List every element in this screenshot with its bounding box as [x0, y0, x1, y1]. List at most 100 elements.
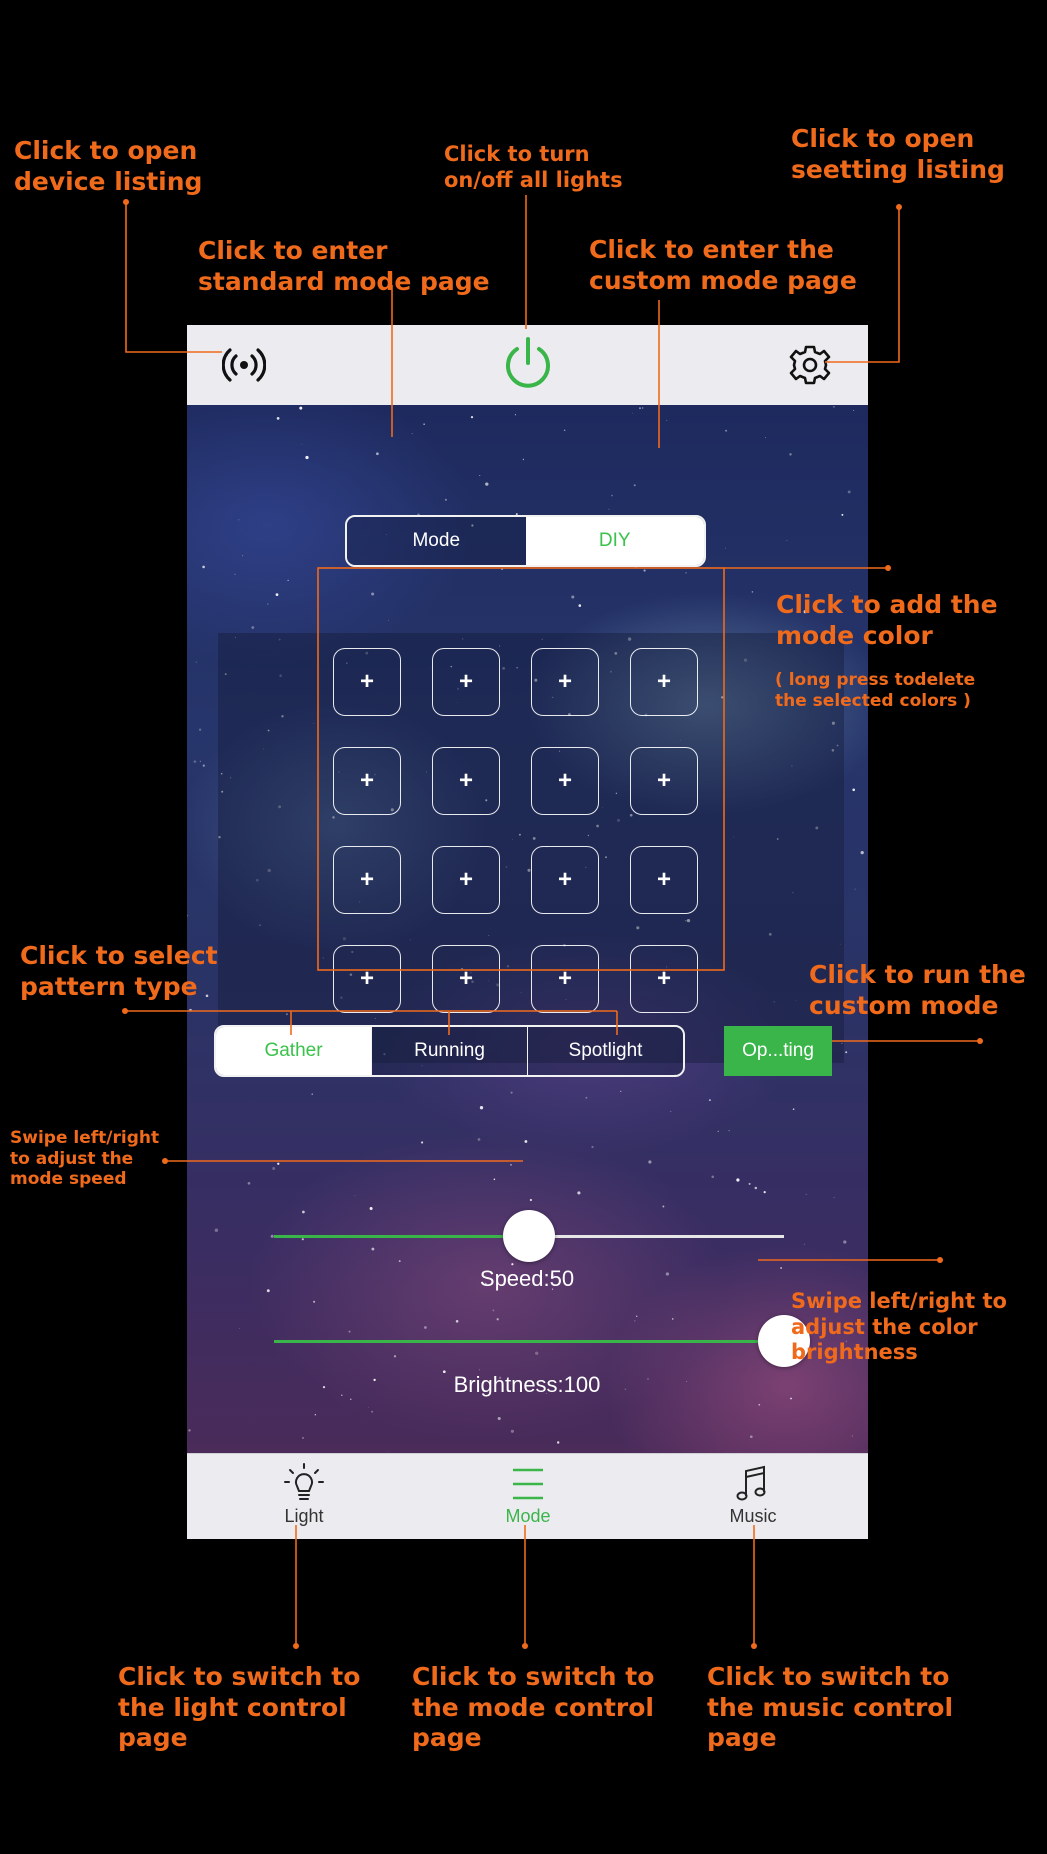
star: [514, 414, 516, 416]
star: [485, 482, 489, 486]
add-color-cell[interactable]: +: [630, 945, 698, 1013]
mode-diy-switch: Mode DIY: [345, 515, 706, 567]
star: [853, 409, 855, 411]
star: [611, 494, 613, 497]
star: [833, 406, 835, 408]
speed-track-fill: [274, 1235, 529, 1238]
star: [841, 513, 844, 516]
tab-gather[interactable]: Gather: [216, 1027, 371, 1075]
annotation-mode-page: Click to switch to the mode control page: [412, 1662, 655, 1752]
star: [670, 1110, 672, 1112]
star: [479, 1106, 484, 1110]
star: [557, 1441, 560, 1444]
star: [302, 1436, 304, 1439]
tab-spotlight[interactable]: Spotlight: [527, 1027, 683, 1075]
add-color-cell[interactable]: +: [333, 945, 401, 1013]
star: [585, 1096, 588, 1099]
star: [411, 433, 413, 435]
star: [510, 1164, 512, 1166]
star: [479, 474, 481, 476]
brightness-track-fill: [274, 1340, 784, 1343]
star: [522, 458, 525, 461]
add-color-cell[interactable]: +: [432, 648, 500, 716]
star: [387, 1451, 388, 1452]
gear-icon[interactable]: [788, 343, 832, 387]
add-color-cell[interactable]: +: [630, 747, 698, 815]
add-color-cell[interactable]: +: [630, 648, 698, 716]
star: [322, 1385, 326, 1389]
tab-mode-nav[interactable]: Mode: [458, 1454, 598, 1539]
star: [847, 490, 851, 494]
star: [393, 1355, 397, 1358]
run-custom-mode-button[interactable]: Op...ting: [724, 1026, 832, 1076]
tab-mode[interactable]: Mode: [347, 517, 526, 565]
phone-app-screen: Mode DIY + + + + + + + + + + + + + + + + Gather Running…: [187, 325, 868, 1539]
annotation-device-listing: Click to open device listing: [14, 136, 203, 196]
star: [728, 1130, 730, 1132]
add-color-cell[interactable]: +: [333, 846, 401, 914]
star: [805, 1193, 807, 1195]
star: [860, 850, 864, 855]
star: [493, 1178, 496, 1181]
star: [497, 1416, 501, 1421]
tab-diy[interactable]: DIY: [525, 517, 704, 565]
add-color-cell[interactable]: +: [531, 846, 599, 914]
add-color-cell[interactable]: +: [432, 846, 500, 914]
star: [477, 1138, 481, 1141]
star: [725, 429, 728, 432]
star: [198, 728, 202, 731]
star: [511, 1263, 514, 1266]
broadcast-icon[interactable]: [222, 345, 266, 385]
add-color-cell[interactable]: +: [531, 648, 599, 716]
star: [187, 914, 189, 917]
star: [633, 484, 636, 487]
tab-music-label: Music: [729, 1506, 777, 1526]
add-color-cell[interactable]: +: [531, 747, 599, 815]
star: [202, 764, 205, 767]
add-color-cell[interactable]: +: [531, 945, 599, 1013]
star: [398, 1260, 401, 1263]
star: [195, 661, 197, 663]
star: [354, 1195, 356, 1197]
star: [666, 419, 668, 421]
speed-label: Speed:50: [479, 1266, 575, 1291]
star: [717, 1130, 719, 1132]
add-color-cell[interactable]: +: [432, 945, 500, 1013]
tab-light[interactable]: Light: [234, 1454, 374, 1539]
annotation-run-custom: Click to run the custom mode: [809, 960, 1026, 1020]
star: [642, 407, 644, 409]
star: [348, 1330, 351, 1333]
annotation-add-color-note: ( long press todelete the selected color…: [775, 670, 976, 711]
star: [373, 1378, 376, 1382]
add-color-cell[interactable]: +: [432, 747, 500, 815]
star: [852, 788, 856, 792]
star: [275, 593, 279, 596]
annotation-light-page: Click to switch to the light control pag…: [118, 1662, 361, 1752]
star: [313, 1300, 316, 1303]
star: [301, 1238, 304, 1241]
star: [299, 406, 303, 410]
add-color-cell[interactable]: +: [333, 747, 401, 815]
star: [470, 415, 474, 419]
star: [780, 1267, 782, 1269]
speed-slider-knob[interactable]: [503, 1210, 555, 1262]
tab-running[interactable]: Running: [371, 1027, 527, 1075]
star: [369, 1207, 373, 1210]
star: [529, 1198, 533, 1202]
tab-music[interactable]: Music: [683, 1454, 823, 1539]
star: [524, 1140, 528, 1143]
star: [577, 1191, 581, 1195]
star: [620, 1090, 622, 1092]
star: [301, 443, 303, 445]
power-icon[interactable]: [500, 333, 556, 393]
annotation-settings: Click to open seetting listing: [791, 124, 1005, 184]
star: [648, 1160, 652, 1164]
star: [790, 1397, 792, 1400]
star: [591, 1145, 594, 1149]
star: [833, 1196, 835, 1198]
star: [302, 1210, 305, 1214]
annotation-speed: Swipe left/right to adjust the mode spee…: [10, 1128, 160, 1190]
add-color-cell[interactable]: +: [630, 846, 698, 914]
bottom-tab-bar: Light Mode Music: [187, 1453, 868, 1539]
add-color-cell[interactable]: +: [333, 648, 401, 716]
